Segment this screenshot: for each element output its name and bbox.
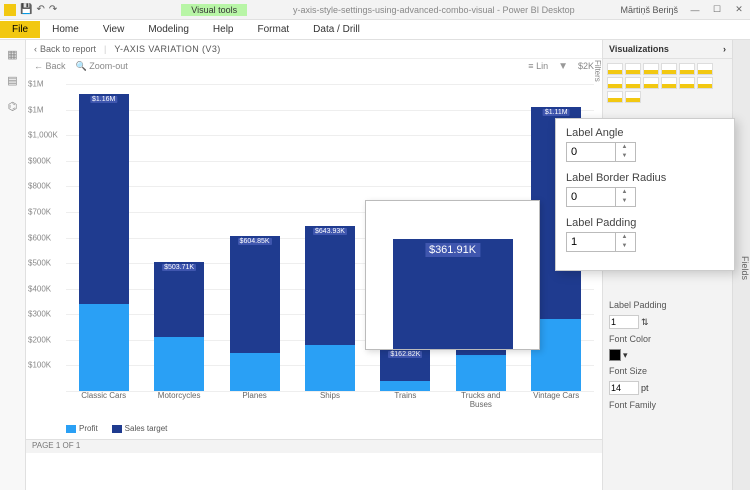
font-size-label: Font Size	[603, 363, 732, 379]
label-radius-spinner[interactable]: ▲▼	[566, 187, 636, 207]
close-button[interactable]: ✕	[728, 0, 750, 20]
left-nav-rail: ▦ ▤ ⌬	[0, 40, 26, 490]
zoom-bar: $361.91K	[393, 239, 513, 349]
stepper-icon[interactable]: ⇅	[641, 317, 649, 328]
legend: Profit Sales target	[66, 424, 167, 433]
user-name[interactable]: Mārtiņš Beriŋš	[620, 5, 684, 15]
status-bar: PAGE 1 OF 1	[26, 439, 602, 453]
titlebar: 💾 ↶ ↷ Visual tools y-axis-style-settings…	[0, 0, 750, 20]
bar[interactable]: $643.93K	[305, 226, 355, 391]
chevron-right-icon: ›	[723, 44, 726, 54]
window-controls: — ☐ ✕	[684, 0, 750, 20]
redo-icon[interactable]: ↷	[49, 4, 57, 15]
visual-tools-tab[interactable]: Visual tools	[181, 4, 247, 16]
tab-format[interactable]: Format	[245, 21, 301, 38]
maximize-button[interactable]: ☐	[706, 0, 728, 20]
visual-toolbar: ← Back 🔍 Zoom-out ≡ Lin ▼ $2K	[26, 59, 602, 74]
tab-view[interactable]: View	[91, 21, 137, 38]
x-tick: Vintage Cars	[526, 391, 586, 409]
undo-icon[interactable]: ↶	[36, 4, 44, 15]
bar[interactable]: $162.82K	[380, 349, 430, 391]
data-label: $503.71K	[162, 264, 196, 271]
legend-profit: Profit	[66, 424, 98, 433]
model-view-icon[interactable]: ⌬	[6, 100, 20, 114]
label-padding-input[interactable]	[567, 233, 615, 251]
tab-help[interactable]: Help	[201, 21, 246, 38]
viz-gallery[interactable]	[603, 59, 732, 107]
down-arrow-icon[interactable]: ▼	[616, 152, 633, 161]
label-padding-label: Label Padding	[603, 297, 732, 313]
font-color-label: Font Color	[603, 331, 732, 347]
label-padding-spinner[interactable]: ▲▼	[566, 232, 636, 252]
back-to-report[interactable]: ‹ Back to report	[34, 44, 96, 54]
file-tab[interactable]: File	[0, 21, 40, 38]
x-tick: Ships	[300, 391, 360, 409]
x-tick: Classic Cars	[74, 391, 134, 409]
label-padding-label: Label Padding	[566, 217, 724, 229]
breadcrumb: ‹ Back to report | Y-AXIS VARIATION (V3)	[26, 40, 602, 59]
save-icon[interactable]: 💾	[20, 4, 32, 15]
tab-data-drill[interactable]: Data / Drill	[301, 21, 372, 38]
data-label: $604.85K	[238, 238, 272, 245]
back-label: Back to report	[40, 44, 96, 54]
filters-rail[interactable]: Filters	[588, 60, 602, 82]
pt-label: pt	[641, 383, 649, 393]
label-properties-card: Label Angle ▲▼ Label Border Radius ▲▼ La…	[555, 118, 735, 271]
x-axis: Classic Cars Motorcycles Planes Ships Trains…	[66, 391, 594, 409]
down-arrow-icon[interactable]: ▼	[616, 197, 633, 206]
legend-sales-target: Sales target	[112, 424, 168, 433]
visualizations-header[interactable]: Visualizations›	[603, 40, 732, 59]
x-tick: Trains	[375, 391, 435, 409]
report-view-icon[interactable]: ▦	[6, 48, 20, 62]
tab-home[interactable]: Home	[40, 21, 91, 38]
label-padding-input[interactable]	[609, 315, 639, 329]
up-arrow-icon[interactable]: ▲	[616, 233, 633, 242]
label-angle-label: Label Angle	[566, 127, 724, 139]
down-arrow-icon[interactable]: ▼	[616, 242, 633, 251]
zoom-data-label: $361.91K	[425, 243, 480, 257]
color-swatch[interactable]	[609, 349, 621, 361]
font-family-label: Font Family	[603, 397, 732, 413]
data-view-icon[interactable]: ▤	[6, 74, 20, 88]
quick-access-toolbar: 💾 ↶ ↷	[0, 4, 61, 16]
tab-modeling[interactable]: Modeling	[136, 21, 201, 38]
data-label: $1.16M	[90, 96, 117, 103]
up-arrow-icon[interactable]: ▲	[616, 143, 633, 152]
filter-icon[interactable]: ▼	[558, 61, 568, 72]
bar[interactable]: $1.16M	[79, 94, 129, 391]
zoom-inset: $361.91K	[365, 200, 540, 350]
zoom-out-button[interactable]: 🔍 Zoom-out	[76, 61, 128, 72]
bar[interactable]: $604.85K	[230, 236, 280, 391]
ribbon: File Home View Modeling Help Format Data…	[0, 20, 750, 40]
bar[interactable]: $503.71K	[154, 262, 204, 391]
label-radius-input[interactable]	[567, 188, 615, 206]
minimize-button[interactable]: —	[684, 0, 706, 20]
page-title: Y-AXIS VARIATION (V3)	[114, 44, 220, 54]
font-size-input[interactable]	[609, 381, 639, 395]
back-button[interactable]: ← Back	[34, 61, 66, 72]
up-arrow-icon[interactable]: ▲	[616, 188, 633, 197]
dropdown-icon[interactable]: ▾	[623, 350, 628, 361]
x-tick: Trucks and Buses	[451, 391, 511, 409]
data-label: $1.11M	[543, 109, 570, 116]
data-label: $162.82K	[388, 351, 422, 358]
app-icon	[4, 4, 16, 16]
chevron-left-icon: ‹	[34, 44, 37, 54]
x-tick: Motorcycles	[149, 391, 209, 409]
label-angle-input[interactable]	[567, 143, 615, 161]
lin-toggle[interactable]: ≡ Lin	[528, 61, 548, 72]
x-tick: Planes	[225, 391, 285, 409]
data-label: $643.93K	[313, 228, 347, 235]
document-title: y-axis-style-settings-using-advanced-com…	[247, 5, 620, 15]
label-angle-spinner[interactable]: ▲▼	[566, 142, 636, 162]
label-radius-label: Label Border Radius	[566, 172, 724, 184]
separator: |	[104, 44, 106, 54]
